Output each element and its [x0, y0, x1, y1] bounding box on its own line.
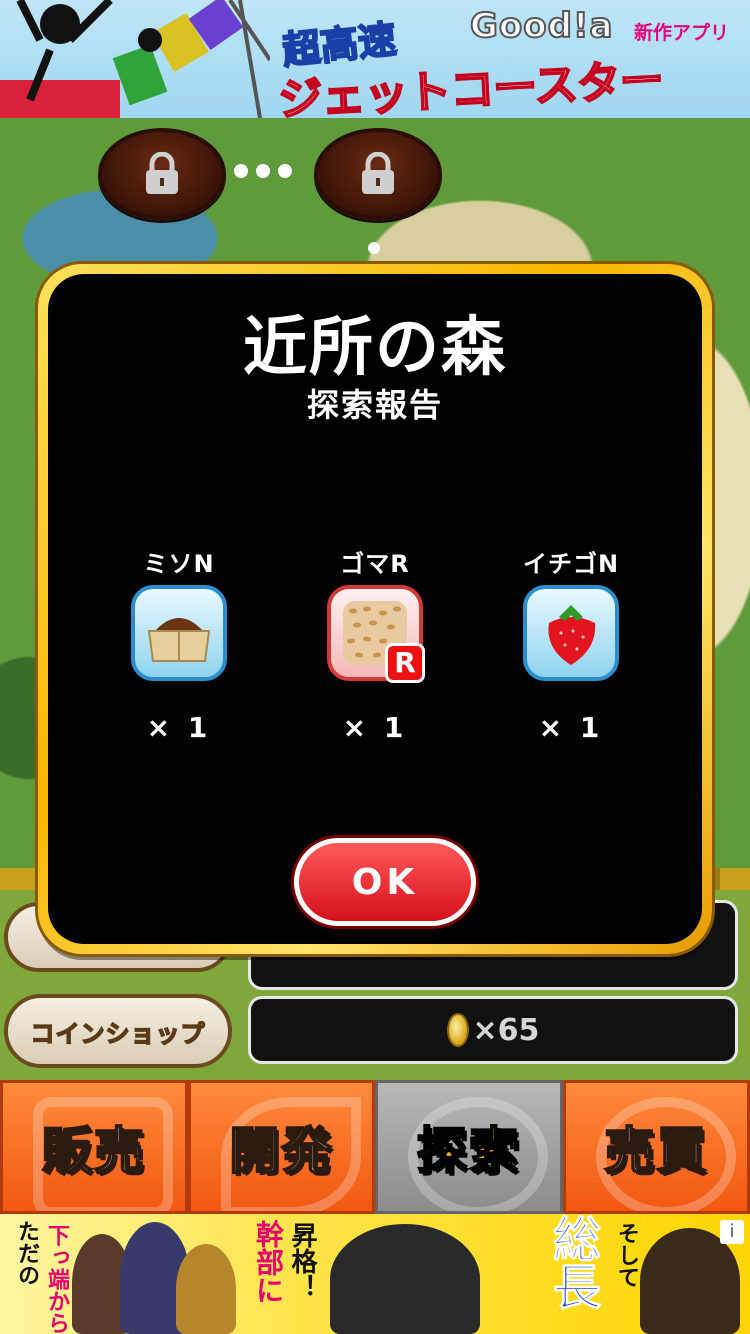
bottom-ad-banner[interactable]: ただの 下っ端から 幹部に 昇格！ 総長 そして i — [0, 1214, 750, 1334]
locked-area-button[interactable] — [98, 128, 226, 220]
ad-text-1: ただの — [14, 1220, 39, 1286]
coaster-illustration — [0, 0, 270, 118]
lock-icon — [362, 152, 394, 194]
new-app-tag: 新作アプリ — [634, 22, 730, 44]
item-icon-frame — [131, 585, 227, 681]
dialog-subtitle: 探索報告 — [306, 386, 443, 424]
item-icon-frame: R — [327, 585, 425, 683]
tab-trade-label: 売買 — [603, 1121, 709, 1181]
rare-badge: R — [385, 643, 425, 683]
item-count: × 1 — [538, 711, 604, 744]
path-dots — [234, 164, 292, 178]
coin-count: ×65 — [472, 1012, 540, 1048]
tab-explore-label: 探索 — [416, 1121, 521, 1181]
tab-develop-label: 開発 — [228, 1121, 334, 1181]
coin-shop-label: コインショップ — [30, 1019, 206, 1049]
locked-area-button[interactable] — [314, 128, 442, 220]
ad-text-5: 総長 — [544, 1214, 601, 1311]
item-name: イチゴN — [522, 550, 620, 578]
ok-label: OK — [351, 861, 419, 903]
miso-icon — [147, 618, 211, 662]
ad-text-6: そして — [614, 1222, 639, 1288]
tab-develop[interactable]: 開発 — [187, 1080, 375, 1214]
ad-text-2: 下っ端から — [44, 1224, 69, 1334]
character-illustration — [330, 1224, 480, 1334]
ad-text-3: 幹部に — [252, 1220, 285, 1304]
tab-explore[interactable]: 探索 — [375, 1080, 563, 1214]
lock-icon — [146, 152, 178, 194]
strawberry-icon — [548, 605, 596, 665]
dialog-title: 近所の森 — [243, 311, 507, 385]
ad-info-icon[interactable]: i — [720, 1220, 744, 1244]
item-count: × 1 — [342, 711, 408, 744]
reward-items: ミソN × 1 ゴマR R × 1 イチゴN × 1 — [48, 544, 702, 744]
item-name: ミソN — [143, 550, 215, 578]
reward-item: ゴマR R × 1 — [325, 544, 425, 744]
tab-sales-label: 販売 — [41, 1121, 146, 1181]
coin-shop-button[interactable]: コインショップ — [4, 994, 232, 1068]
tab-trade[interactable]: 売買 — [562, 1080, 750, 1214]
route-dot — [368, 242, 380, 254]
coin-icon — [446, 1013, 469, 1047]
brand-logo: Good!a — [469, 5, 614, 47]
item-icon-frame — [523, 585, 619, 681]
exploration-report-dialog: 近所の森 探索報告 ミソN × 1 ゴマR R × 1 イチゴN × 1 OK — [38, 264, 712, 954]
ad-text-4: 昇格！ — [287, 1222, 317, 1300]
item-count: × 1 — [146, 711, 212, 744]
dialog-body: 近所の森 探索報告 ミソN × 1 ゴマR R × 1 イチゴN × 1 OK — [48, 274, 702, 944]
character-illustration — [176, 1244, 236, 1334]
reward-item: ミソN × 1 — [129, 544, 229, 744]
reward-item: イチゴN × 1 — [521, 544, 621, 744]
tab-sales[interactable]: 販売 — [0, 1080, 188, 1214]
top-ad-banner[interactable]: 超高速 ジェットコースター Good!a 新作アプリ — [0, 0, 750, 118]
bottom-tab-bar: 販売 開発 探索 売買 — [0, 1080, 750, 1214]
coin-balance-box: ×65 — [248, 996, 738, 1064]
ok-button[interactable]: OK — [294, 838, 476, 926]
item-name: ゴマR — [340, 550, 410, 578]
